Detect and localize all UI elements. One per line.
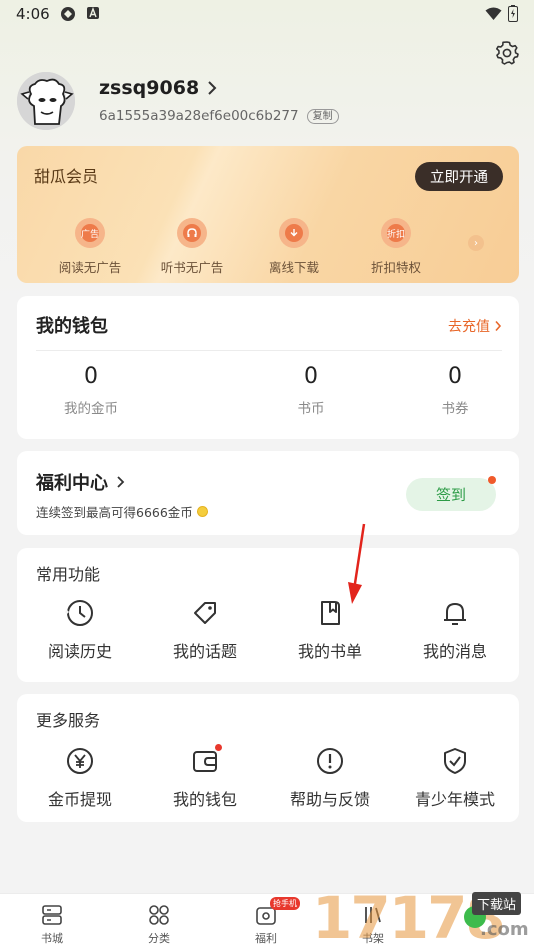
bell-icon [444,603,466,625]
settings-button[interactable] [494,40,520,66]
vouchers-label: 书券 [441,401,469,417]
teen-mode-button[interactable]: 青少年模式 [405,746,505,810]
username: zssq9068 [99,77,200,99]
common-functions-title: 常用功能 [36,565,101,584]
help-feedback-button[interactable]: 帮助与反馈 [280,746,380,810]
userid-row: 6a1555a39a28ef6e00c6b277 复制 [99,108,339,124]
nav-label: 分类 [148,932,170,945]
more-services-title: 更多服务 [36,711,101,730]
watermark-domain: .com [480,919,529,940]
function-label: 我的书单 [297,642,362,661]
nav-welfare[interactable]: 抢手机 福利 [236,897,300,946]
yuan-icon [67,748,93,774]
recharge-link[interactable]: 去充值 [448,316,502,336]
my-topics-button[interactable]: 我的话题 [155,598,255,662]
vip-open-button[interactable]: 立即开通 [415,162,503,191]
vip-benefit-label: 离线下载 [268,260,319,275]
signin-notification-dot [488,476,496,484]
tag-icon [194,602,216,624]
avatar[interactable] [17,72,75,130]
divider [36,350,502,351]
coins-value: 0 [84,364,98,389]
status-time: 4:06 [16,5,50,23]
signin-button[interactable]: 签到 [406,478,496,511]
wifi-icon [485,7,502,20]
reading-history-button[interactable]: 阅读历史 [30,598,130,662]
chevron-right-icon [117,476,125,488]
wallet-vouchers[interactable]: 0 书券 [395,364,515,417]
service-label: 帮助与反馈 [289,790,370,809]
vip-benefit-offline-download[interactable]: 离线下载 [254,218,334,276]
status-bar: 4:06 [0,0,534,30]
chevron-right-icon [208,81,217,95]
coin-withdraw-button[interactable]: 金币提现 [30,746,130,810]
user-id: 6a1555a39a28ef6e00c6b277 [99,108,299,124]
my-messages-button[interactable]: 我的消息 [405,598,505,662]
gear-icon [496,41,519,65]
battery-icon [508,5,518,22]
vip-benefit-discount[interactable]: 折扣 折扣特权 [356,218,436,276]
category-icon [149,905,169,925]
wallet-card: 我的钱包 去充值 0 我的金币 0 书币 0 书券 [17,296,519,439]
vip-benefit-label: 阅读无广告 [58,260,122,275]
function-label: 我的消息 [422,642,487,661]
status-notification-icons [60,6,100,22]
vip-card[interactable]: 甜瓜会员 立即开通 广告 阅读无广告 听书无广告 离线下载 折扣 折扣特权 › [17,146,519,283]
welfare-title: 福利中心 [36,473,108,494]
history-icon [65,600,93,626]
vip-title: 甜瓜会员 [34,167,99,186]
wallet-coins[interactable]: 0 我的金币 [31,364,151,417]
welfare-subtitle-row: 连续签到最高可得6666金币 [36,502,208,521]
help-icon [317,748,343,774]
vouchers-value: 0 [448,364,462,389]
common-functions-card: 常用功能 阅读历史 我的话题 我的书单 我的消息 [17,548,519,682]
watermark: 17178 下载站 .com [312,886,534,950]
service-label: 青少年模式 [414,790,495,809]
vip-benefit-no-ads-reading[interactable]: 广告 阅读无广告 [50,218,130,276]
coins-label: 我的金币 [64,401,118,417]
my-wallet-button[interactable]: 我的钱包 [155,743,255,810]
copy-button[interactable]: 复制 [306,108,339,124]
function-label: 我的话题 [172,642,237,661]
service-label: 我的钱包 [172,790,237,809]
chevron-right-icon [495,320,502,332]
vip-benefit-no-ads-audio[interactable]: 听书无广告 [152,218,232,276]
username-row[interactable]: zssq9068 [99,77,217,99]
nav-label: 福利 [255,932,277,945]
wallet-title: 我的钱包 [36,316,108,337]
coin-icon [196,506,208,517]
no-ads-icon: 广告 [75,218,105,248]
shield-icon [444,748,466,774]
nav-label: 书城 [41,932,63,945]
watermark-tag: 下载站 [472,892,522,915]
more-services-card: 更多服务 金币提现 我的钱包 帮助与反馈 青少年模式 [17,694,519,822]
wallet-book-coins[interactable]: 0 书币 [251,364,371,417]
recharge-label: 去充值 [448,319,490,335]
book-coins-label: 书币 [297,401,325,417]
headphones-icon [177,218,207,248]
download-icon [279,218,309,248]
vip-benefit-label: 折扣特权 [370,260,421,275]
welfare-subtitle: 连续签到最高可得6666金币 [36,505,193,520]
status-system-icons [485,5,518,22]
discount-icon: 折扣 [381,218,411,248]
bookstore-icon [42,905,62,925]
vip-benefit-label: 听书无广告 [160,260,224,275]
nav-bookstore[interactable]: 书城 [22,903,82,946]
welfare-card: 福利中心 连续签到最高可得6666金币 签到 [17,451,519,535]
a-notification-icon [87,7,99,19]
nav-badge: 抢手机 [270,897,300,910]
wallet-notification-dot [214,743,223,752]
welfare-title-link[interactable]: 福利中心 [36,469,125,495]
vip-more-arrow-icon[interactable]: › [468,235,484,251]
function-label: 阅读历史 [47,642,112,661]
service-label: 金币提现 [47,790,112,809]
nav-category[interactable]: 分类 [129,903,189,946]
book-coins-value: 0 [304,364,318,389]
sheep-avatar-icon [17,72,75,130]
app-notification-icon [61,7,75,21]
annotation-arrow-icon [348,523,366,604]
